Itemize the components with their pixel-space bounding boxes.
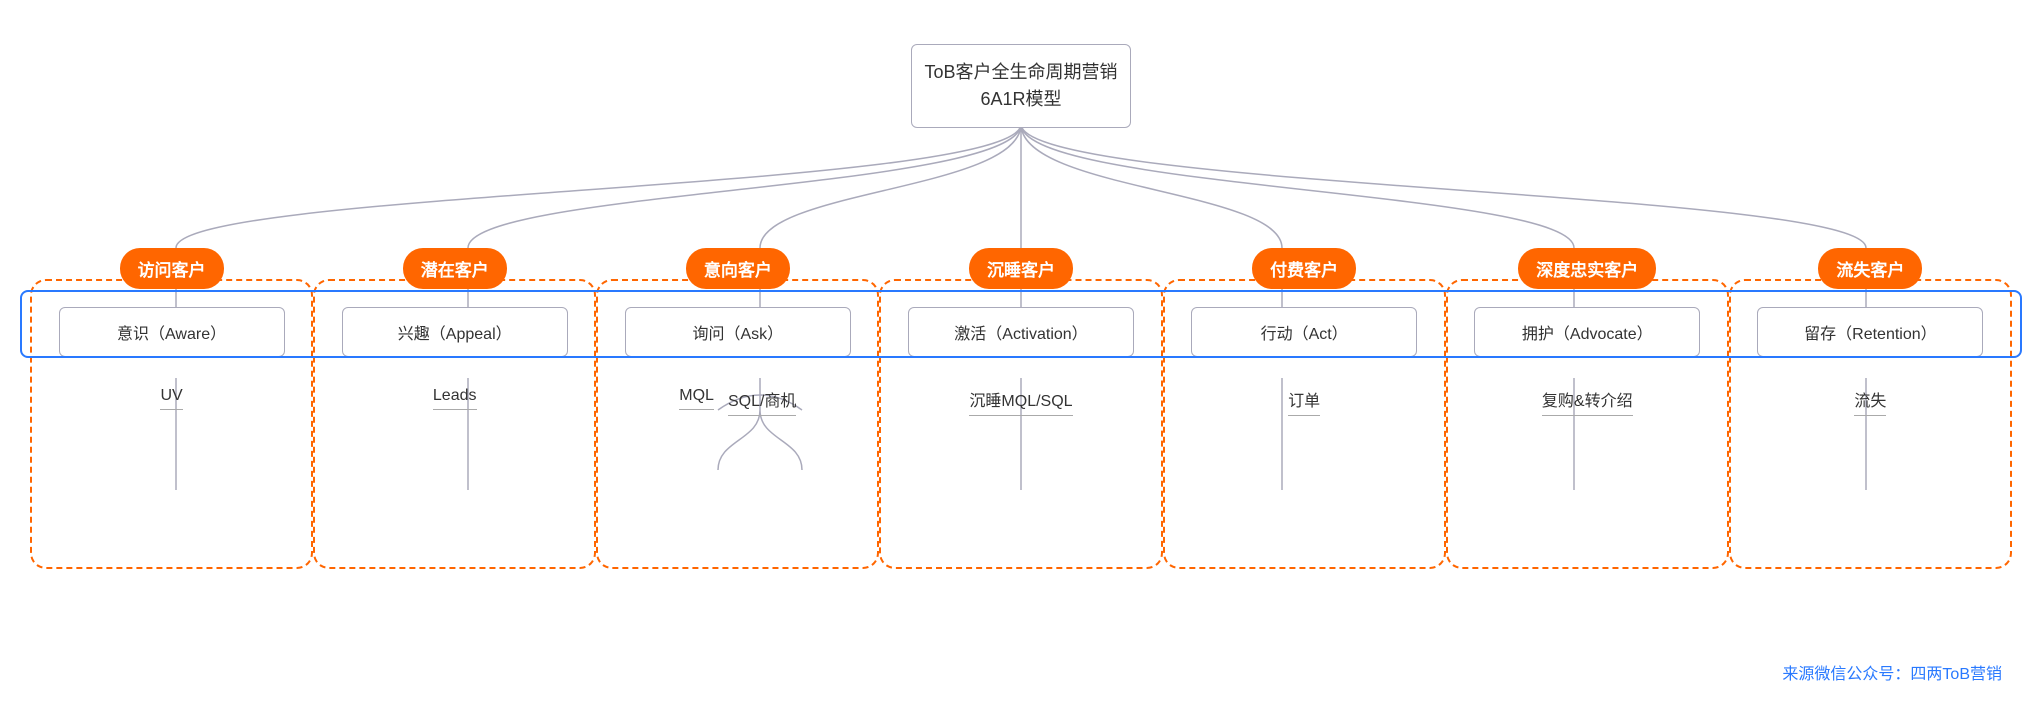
- sub-item-order: 订单: [1288, 387, 1320, 416]
- aware-box-6: 拥护（Advocate）: [1474, 307, 1700, 357]
- sub-items-7: 流失: [1745, 387, 1996, 416]
- outer-dashed-7: 留存（Retention） 流失: [1729, 279, 2012, 569]
- aware-box-2: 兴趣（Appeal）: [342, 307, 568, 357]
- col-dormant-customer: 沉睡客户 激活（Activation） 沉睡MQL/SQL: [879, 248, 1162, 569]
- sub-items-5: 订单: [1179, 387, 1430, 416]
- col-intent-customer: 意向客户 询问（Ask） MQL SQL/商机: [596, 248, 879, 569]
- root-line2: 6A1R模型: [980, 89, 1061, 109]
- sub-item-uv: UV: [160, 387, 182, 410]
- aware-box-5: 行动（Act）: [1191, 307, 1417, 357]
- sub-items-3: MQL SQL/商机: [612, 387, 863, 416]
- sub-label-mql: MQL: [679, 387, 714, 410]
- sub-label-churn: 流失: [1854, 387, 1886, 416]
- sub-label-order: 订单: [1288, 387, 1320, 416]
- sub-item-repurchase: 复购&转介绍: [1542, 387, 1633, 416]
- sub-items-4: 沉睡MQL/SQL: [895, 387, 1146, 416]
- col-loyal-customer: 深度忠实客户 拥护（Advocate） 复购&转介绍: [1446, 248, 1729, 569]
- columns-container: 访问客户 意识（Aware） UV 潜在客户 兴趣（Appeal） Leads: [0, 248, 2042, 569]
- sub-label-dormant-mql: 沉睡MQL/SQL: [969, 387, 1072, 416]
- sub-item-leads: Leads: [433, 387, 477, 410]
- sub-label-leads: Leads: [433, 387, 477, 410]
- outer-dashed-6: 拥护（Advocate） 复购&转介绍: [1446, 279, 1729, 569]
- source-label: 来源微信公众号：四两ToB营销: [1782, 660, 2002, 684]
- outer-dashed-1: 意识（Aware） UV: [30, 279, 313, 569]
- col-paying-customer: 付费客户 行动（Act） 订单: [1163, 248, 1446, 569]
- sub-item-mql: MQL: [679, 387, 714, 416]
- aware-box-7: 留存（Retention）: [1757, 307, 1983, 357]
- outer-dashed-2: 兴趣（Appeal） Leads: [313, 279, 596, 569]
- sub-item-churn: 流失: [1854, 387, 1886, 416]
- sub-items-6: 复购&转介绍: [1462, 387, 1713, 416]
- outer-dashed-5: 行动（Act） 订单: [1163, 279, 1446, 569]
- root-line1: ToB客户全生命周期营销: [924, 62, 1117, 82]
- outer-dashed-3: 询问（Ask） MQL SQL/商机: [596, 279, 879, 569]
- sub-label-uv: UV: [160, 387, 182, 410]
- sub-item-dormant-mql: 沉睡MQL/SQL: [969, 387, 1072, 416]
- sub-items-1: UV: [46, 387, 297, 410]
- sub-items-2: Leads: [329, 387, 580, 410]
- root-node: ToB客户全生命周期营销 6A1R模型: [911, 44, 1131, 128]
- outer-dashed-4: 激活（Activation） 沉睡MQL/SQL: [879, 279, 1162, 569]
- aware-box-1: 意识（Aware）: [59, 307, 285, 357]
- diagram-container: ToB客户全生命周期营销 6A1R模型 访问客户 意识（Aware） UV 潜在…: [0, 0, 2042, 704]
- col-churn-customer: 流失客户 留存（Retention） 流失: [1729, 248, 2012, 569]
- sub-item-sql: SQL/商机: [728, 387, 796, 416]
- sub-label-sql: SQL/商机: [728, 387, 796, 416]
- col-visit-customer: 访问客户 意识（Aware） UV: [30, 248, 313, 569]
- sub-label-repurchase: 复购&转介绍: [1542, 387, 1633, 416]
- aware-box-3: 询问（Ask）: [625, 307, 851, 357]
- aware-box-4: 激活（Activation）: [908, 307, 1134, 357]
- col-potential-customer: 潜在客户 兴趣（Appeal） Leads: [313, 248, 596, 569]
